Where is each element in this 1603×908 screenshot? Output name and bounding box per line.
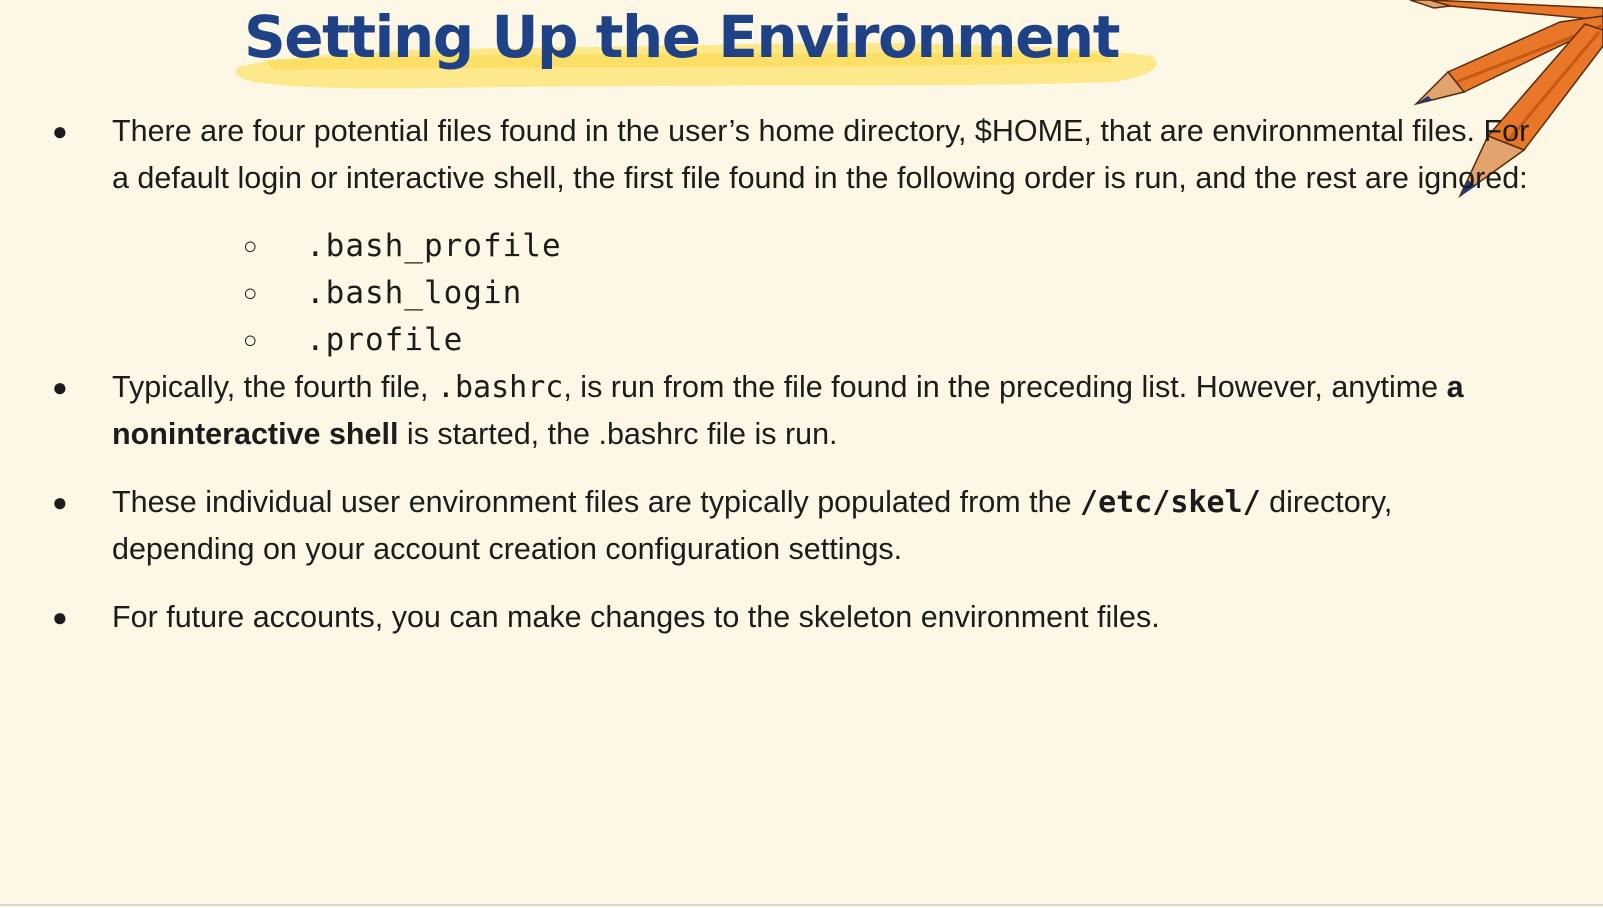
slide-bottom-border	[0, 904, 1603, 906]
slide: Setting Up the Environment ● There are f…	[0, 0, 1603, 906]
sub-item-bash-profile: ○ .bash_profile	[112, 223, 1542, 270]
bullet-text-part: Typically, the fourth file,	[112, 370, 437, 404]
bullet-text-part: is started, the .bashrc file is run.	[398, 417, 838, 451]
sub-item-label: .bash_login	[306, 275, 523, 311]
inline-code-path: /etc/skel/	[1080, 485, 1261, 520]
bullet-item-4: ● For future accounts, you can make chan…	[0, 594, 1542, 641]
bullet-dot: ●	[52, 602, 68, 632]
inline-code: .bashrc	[436, 370, 564, 405]
page-title: Setting Up the Environment	[244, 3, 1120, 71]
sub-bullet-dot: ○	[243, 327, 258, 354]
bullet-text: For future accounts, you can make change…	[112, 600, 1160, 634]
sub-item-profile: ○ .profile	[112, 317, 1542, 364]
bullet-text: There are four potential files found in …	[112, 114, 1530, 195]
title-area: Setting Up the Environment	[234, 0, 1164, 100]
sub-item-bash-login: ○ .bash_login	[112, 270, 1542, 317]
bullet-dot: ●	[52, 487, 68, 517]
sub-list: ○ .bash_profile ○ .bash_login ○ .profile	[112, 223, 1542, 364]
bullet-dot: ●	[52, 372, 68, 402]
bullet-text-part: , is run from the file found in the prec…	[563, 370, 1447, 404]
bullet-item-3: ● These individual user environment file…	[0, 479, 1542, 573]
bullet-item-2: ● Typically, the fourth file, .bashrc, i…	[0, 364, 1542, 458]
sub-bullet-dot: ○	[243, 233, 258, 260]
sub-item-label: .bash_profile	[306, 228, 562, 264]
bullet-dot: ●	[52, 116, 68, 146]
bullet-list: ● There are four potential files found i…	[0, 108, 1603, 641]
pencil-top	[1410, 0, 1603, 21]
sub-item-label: .profile	[306, 322, 464, 358]
bullet-item-1: ● There are four potential files found i…	[0, 108, 1542, 364]
sub-bullet-dot: ○	[243, 280, 258, 307]
bullet-text-part: These individual user environment files …	[112, 485, 1081, 519]
